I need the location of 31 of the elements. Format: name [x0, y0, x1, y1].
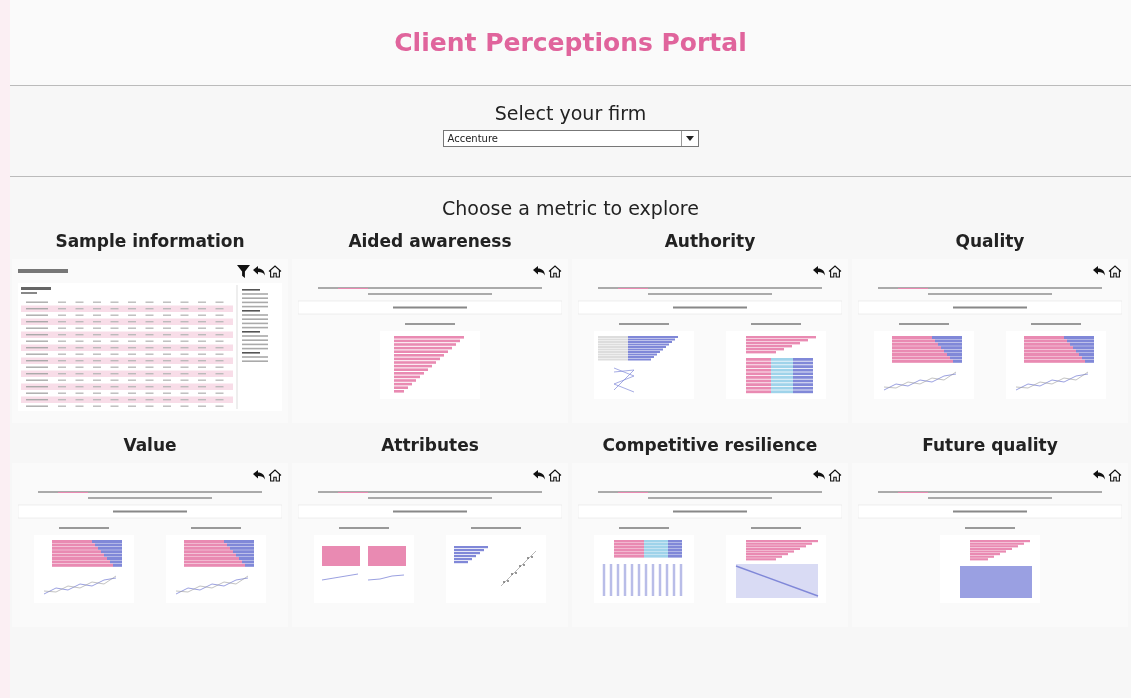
select-firm-label: Select your firm: [494, 102, 647, 124]
dropdown-arrow-icon: [685, 136, 694, 141]
metric-title: Aided awareness: [348, 231, 512, 253]
home-icon[interactable]: [828, 264, 842, 278]
back-arrow-icon[interactable]: [813, 266, 825, 276]
metric-title: Competitive resilience: [602, 435, 818, 457]
home-icon[interactable]: [548, 468, 562, 482]
back-arrow-icon[interactable]: [813, 470, 825, 480]
firm-dropdown[interactable]: Accenture: [442, 130, 699, 147]
metrics-heading: Choose a metric to explore: [441, 196, 700, 219]
home-icon[interactable]: [828, 468, 842, 482]
metric-title: Value: [123, 435, 177, 457]
home-icon[interactable]: [268, 468, 282, 482]
back-arrow-icon[interactable]: [533, 266, 545, 276]
back-arrow-icon[interactable]: [1093, 266, 1105, 276]
back-arrow-icon[interactable]: [533, 470, 545, 480]
home-icon[interactable]: [268, 264, 282, 278]
home-icon[interactable]: [548, 264, 562, 278]
back-arrow-icon[interactable]: [1093, 470, 1105, 480]
home-icon[interactable]: [1108, 468, 1122, 482]
home-icon[interactable]: [1108, 264, 1122, 278]
back-arrow-icon[interactable]: [253, 470, 265, 480]
back-arrow-icon[interactable]: [253, 266, 265, 276]
metric-title: Future quality: [922, 435, 1058, 457]
filter-icon[interactable]: [237, 264, 250, 278]
heading-line-drawing: [18, 269, 68, 273]
portal-title: Client Perceptions Portal: [394, 28, 747, 57]
metric-title: Quality: [955, 231, 1025, 253]
metric-title: Attributes: [381, 435, 479, 457]
metric-title: Authority: [664, 231, 756, 253]
metric-title: Sample information: [55, 231, 245, 253]
